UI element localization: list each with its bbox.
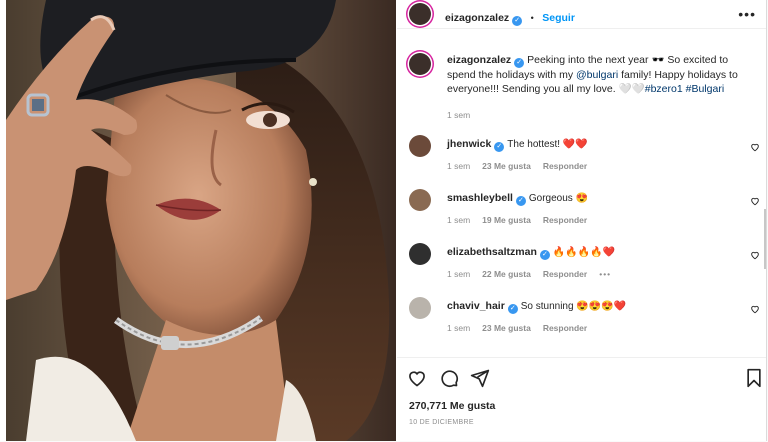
comment-text: 🔥🔥🔥🔥❤️	[552, 247, 616, 258]
comment-text: Gorgeous 😍	[528, 193, 589, 204]
mention-link[interactable]: @bulgari	[576, 69, 618, 81]
comment-likes[interactable]: 23 Me gusta	[482, 323, 531, 333]
more-icon[interactable]: •••	[599, 269, 611, 279]
heart-icon[interactable]	[750, 196, 760, 206]
heart-icon[interactable]	[750, 304, 760, 314]
post-photo[interactable]	[6, 0, 396, 441]
author-avatar[interactable]	[409, 3, 431, 25]
verified-icon: ✓	[515, 196, 526, 206]
comment-icon[interactable]	[439, 368, 459, 388]
comment-likes[interactable]: 19 Me gusta	[482, 215, 531, 225]
comment-text: The hottest! ❤️❤️	[507, 139, 588, 150]
comment-time[interactable]: 1 sem	[447, 215, 470, 225]
share-icon[interactable]	[470, 368, 490, 388]
commenter-username[interactable]: chaviv_hair	[447, 300, 505, 312]
verified-icon: ✓	[507, 304, 518, 314]
follow-button[interactable]: Seguir	[542, 12, 575, 24]
commenter-username[interactable]: smashleybell	[447, 192, 513, 204]
post-dialog: eizagonzalez ✓ • Seguir ••• eizagonzalez ✓…	[0, 0, 767, 441]
verified-icon: ✓	[512, 16, 523, 26]
heart-icon[interactable]	[407, 368, 427, 388]
action-bar: 270,771 Me gusta 10 DE DICIEMBRE	[397, 357, 766, 442]
caption-username[interactable]: eizagonzalez	[447, 54, 511, 66]
commenter-avatar[interactable]	[409, 243, 431, 265]
comment-likes[interactable]: 22 Me gusta	[482, 269, 531, 279]
hashtag-link[interactable]: #Bulgari	[686, 83, 725, 95]
hashtag-link[interactable]: #bzero1	[645, 83, 683, 95]
comments-scroll[interactable]: eizagonzalez ✓ Peeking into the next year…	[397, 29, 766, 356]
comment-time[interactable]: 1 sem	[447, 323, 470, 333]
post-date[interactable]: 10 DE DICIEMBRE	[409, 419, 474, 426]
bookmark-icon[interactable]	[744, 368, 764, 388]
verified-icon: ✓	[539, 250, 550, 260]
heart-icon[interactable]	[750, 250, 760, 260]
comment-text: So stunning 😍😍😍❤️	[520, 301, 627, 312]
caption-avatar[interactable]	[409, 53, 431, 75]
commenter-avatar[interactable]	[409, 297, 431, 319]
reply-button[interactable]: Responder	[543, 269, 587, 279]
post-header: eizagonzalez ✓ • Seguir •••	[397, 0, 766, 29]
portrait-image	[6, 0, 396, 441]
comment-time[interactable]: 1 sem	[447, 161, 470, 171]
caption: eizagonzalez ✓ Peeking into the next year…	[447, 53, 757, 122]
reply-button[interactable]: Responder	[543, 215, 587, 225]
caption-time[interactable]: 1 sem	[447, 108, 757, 122]
comment-time[interactable]: 1 sem	[447, 269, 470, 279]
commenter-avatar[interactable]	[409, 135, 431, 157]
commenter-username[interactable]: jhenwick	[447, 138, 491, 150]
comment-likes[interactable]: 23 Me gusta	[482, 161, 531, 171]
author-username[interactable]: eizagonzalez	[445, 12, 509, 24]
commenter-username[interactable]: elizabethsaltzman	[447, 246, 537, 258]
likes-count[interactable]: 270,771 Me gusta	[409, 400, 495, 412]
verified-icon: ✓	[494, 142, 505, 152]
reply-button[interactable]: Responder	[543, 161, 587, 171]
scrollbar[interactable]	[764, 209, 766, 269]
reply-button[interactable]: Responder	[543, 323, 587, 333]
verified-icon: ✓	[514, 58, 525, 68]
heart-icon[interactable]	[750, 142, 760, 152]
post-panel: eizagonzalez ✓ • Seguir ••• eizagonzalez ✓…	[397, 0, 766, 441]
more-icon[interactable]: •••	[738, 6, 756, 22]
commenter-avatar[interactable]	[409, 189, 431, 211]
